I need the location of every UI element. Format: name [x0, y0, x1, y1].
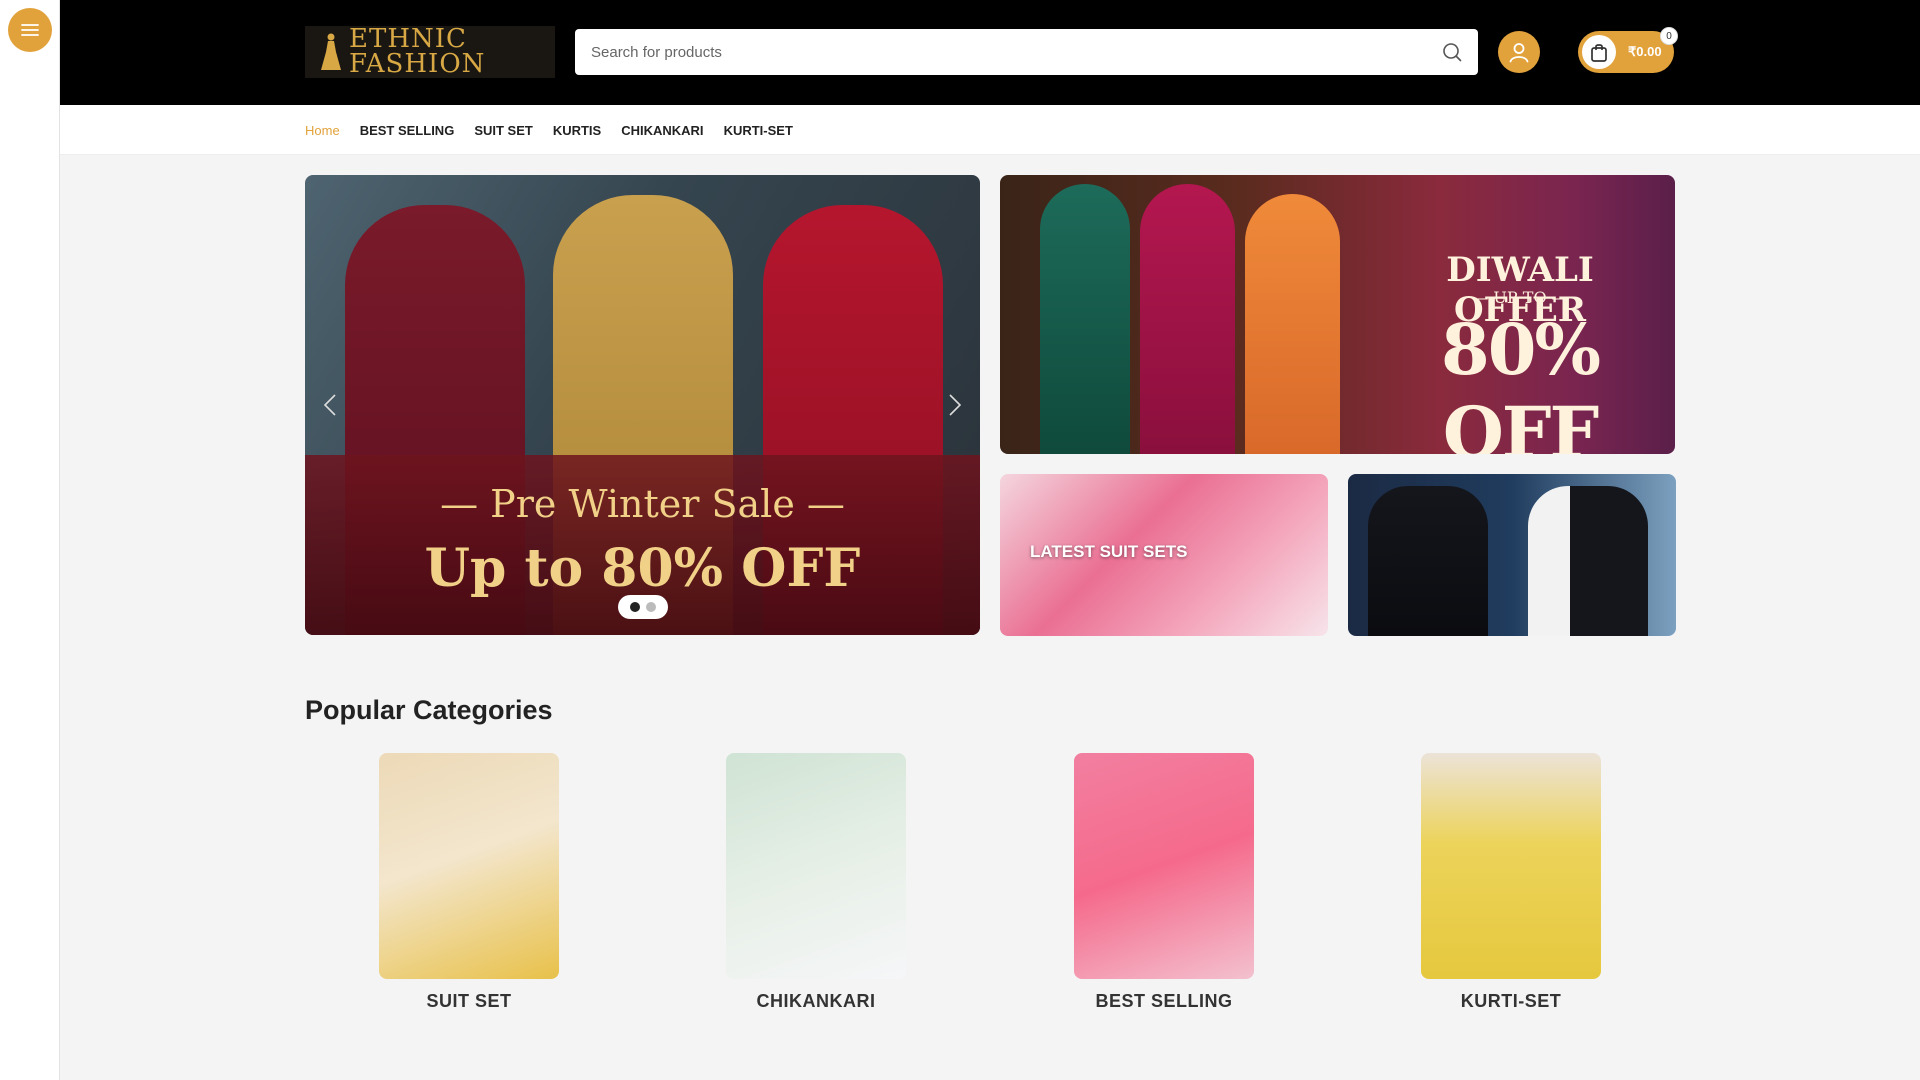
slider-dot-1[interactable] — [630, 602, 640, 612]
main-nav: Home BEST SELLING SUIT SET KURTIS CHIKAN… — [60, 105, 1920, 155]
cart-total: ₹0.00 — [1628, 44, 1662, 59]
promo-model-1 — [1040, 184, 1130, 454]
tile-model-2 — [1528, 486, 1648, 636]
category-card-best-selling[interactable]: BEST SELLING — [1074, 753, 1254, 1012]
search-box — [575, 29, 1478, 75]
promo-model-2 — [1140, 184, 1235, 454]
account-button[interactable] — [1498, 31, 1540, 73]
nav-item-kurti-set[interactable]: KURTI-SET — [724, 123, 793, 138]
tile-model-1 — [1368, 486, 1488, 636]
chevron-left-icon — [323, 394, 336, 416]
lady-silhouette-icon — [321, 33, 341, 70]
nav-item-kurtis[interactable]: KURTIS — [553, 123, 601, 138]
category-name: BEST SELLING — [1095, 991, 1233, 1011]
nav-item-suit-set[interactable]: SUIT SET — [474, 123, 533, 138]
hero-slider[interactable]: — Pre Winter Sale — Up to 80% OFF — [305, 175, 980, 635]
nav-item-best-selling[interactable]: BEST SELLING — [360, 123, 455, 138]
category-name: CHIKANKARI — [756, 991, 876, 1011]
latest-suit-sets-banner[interactable]: LATEST SUIT SETS — [1000, 474, 1328, 636]
tile-label: LATEST SUIT SETS — [1030, 542, 1188, 561]
category-image — [726, 753, 906, 979]
search-input[interactable] — [591, 43, 1442, 61]
chevron-right-icon — [949, 394, 962, 416]
nav-item-chikankari[interactable]: CHIKANKARI — [621, 123, 703, 138]
menu-button[interactable] — [8, 8, 52, 52]
nav-item-home[interactable]: Home — [305, 123, 340, 138]
cart-button[interactable]: ₹0.00 0 — [1578, 27, 1678, 73]
promo-model-3 — [1245, 194, 1340, 454]
logo-line-2: FASHION — [349, 49, 486, 79]
section-title: Popular Categories — [305, 695, 553, 725]
diwali-offer-banner[interactable]: DIWALI OFFER — UP TO — 80% OFF — [1000, 175, 1675, 454]
slider-dot-2[interactable] — [646, 602, 656, 612]
cart-count-badge: 0 — [1660, 27, 1678, 45]
site-header: ETHNIC FASHION ₹0.00 0 — [60, 0, 1920, 105]
left-sidebar — [0, 0, 60, 1080]
user-icon — [1509, 43, 1529, 63]
cart-bag — [1582, 35, 1616, 69]
hero-headline: — Pre Winter Sale — — [440, 482, 845, 526]
category-card-suit-set[interactable]: SUIT SET — [379, 753, 559, 1012]
search-icon[interactable] — [1442, 42, 1462, 62]
slider-next-button[interactable] — [940, 385, 970, 425]
promo-upto: — UP TO — — [1472, 288, 1568, 307]
promo-discount: 80% OFF — [1441, 308, 1601, 454]
site-logo[interactable]: ETHNIC FASHION — [305, 26, 555, 78]
category-card-chikankari[interactable]: CHIKANKARI — [726, 753, 906, 1012]
shopping-bag-icon — [1591, 44, 1607, 62]
hero-subheadline: Up to 80% OFF — [424, 538, 861, 599]
kurti-banner[interactable] — [1348, 474, 1676, 636]
category-name: SUIT SET — [426, 991, 512, 1011]
category-image — [1074, 753, 1254, 979]
hamburger-icon — [21, 24, 39, 36]
slider-pagination — [618, 595, 668, 619]
category-name: KURTI-SET — [1460, 991, 1562, 1011]
slider-prev-button[interactable] — [315, 385, 345, 425]
category-image — [1421, 753, 1601, 979]
category-image — [379, 753, 559, 979]
category-card-kurti-set[interactable]: KURTI-SET — [1421, 753, 1601, 1012]
logo-text: ETHNIC FASHION — [349, 26, 486, 79]
